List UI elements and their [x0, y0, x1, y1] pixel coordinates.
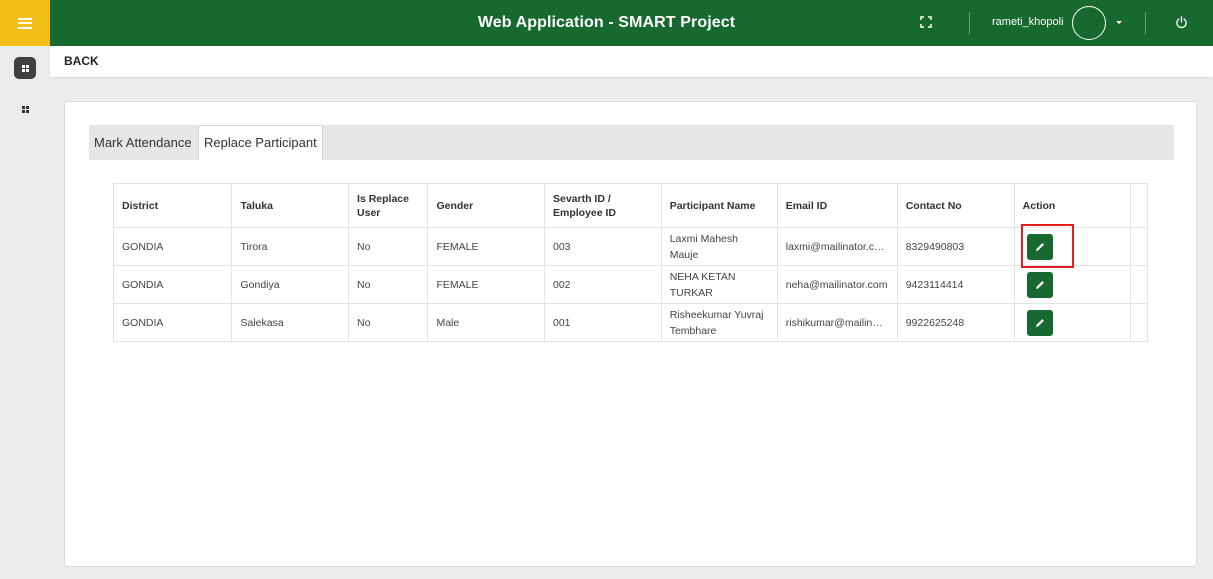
table-scroll-gutter — [1129, 303, 1149, 342]
column-header-action: Action — [1013, 183, 1131, 228]
email-text: neha@mailinator.com — [785, 278, 888, 291]
cell-is-replace: No — [348, 265, 429, 304]
cell-taluka: Salekasa — [231, 303, 350, 342]
cell-name: NEHA KETAN TURKAR — [660, 265, 778, 304]
column-header-taluka[interactable]: Taluka — [231, 183, 350, 228]
username[interactable]: rameti_khopoli — [992, 0, 1064, 46]
back-bar: BACK — [50, 46, 1213, 77]
tab-mark-attendance[interactable]: Mark Attendance — [89, 125, 197, 159]
column-header-contact-no[interactable]: Contact No — [896, 183, 1015, 228]
table-scroll-gutter — [1129, 265, 1149, 304]
column-header-is-replace-user[interactable]: Is Replace User — [348, 183, 429, 228]
table-row: GONDIA Salekasa No Male 001 Risheekumar … — [112, 303, 1149, 342]
modules-button[interactable] — [18, 102, 32, 116]
table-header-row: District Taluka Is Replace User Gender S… — [112, 183, 1149, 228]
cell-name: Risheekumar Yuvraj Tembhare — [660, 303, 778, 342]
column-header-participant-name[interactable]: Participant Name — [660, 183, 778, 228]
power-icon[interactable] — [1175, 16, 1188, 29]
cell-id: 003 — [543, 227, 662, 266]
cell-contact: 9423114414 — [896, 265, 1015, 304]
email-text: rishikumar@mailinat... — [785, 316, 888, 329]
tab-replace-participant[interactable]: Replace Participant — [198, 125, 323, 160]
column-header-email-id[interactable]: Email ID — [776, 183, 898, 228]
table-row: GONDIA Gondiya No FEMALE 002 NEHA KETAN … — [112, 265, 1149, 304]
participants-table: District Taluka Is Replace User Gender S… — [112, 183, 1149, 342]
top-bar: Web Application - SMART Project rameti_k… — [0, 0, 1213, 46]
cell-gender: Male — [427, 303, 545, 342]
main-card: Mark Attendance Replace Participant Dist… — [64, 101, 1197, 567]
edit-button[interactable] — [1026, 271, 1053, 298]
cell-district: GONDIA — [112, 303, 233, 342]
cell-gender: FEMALE — [427, 265, 545, 304]
table-scroll-gutter — [1129, 183, 1149, 228]
cell-id: 001 — [543, 303, 662, 342]
avatar[interactable] — [1072, 6, 1106, 40]
tab-bar: Mark Attendance Replace Participant — [89, 125, 1174, 160]
pencil-icon — [1035, 280, 1044, 289]
grid-icon — [21, 64, 29, 72]
cell-name: Laxmi Mahesh Mauje — [660, 227, 778, 266]
back-link[interactable]: BACK — [64, 46, 99, 77]
cell-email: neha@mailinator.com — [776, 265, 898, 304]
cell-district: GONDIA — [112, 227, 233, 266]
cell-contact: 8329490803 — [896, 227, 1015, 266]
divider — [969, 12, 970, 34]
cell-action — [1013, 265, 1131, 304]
cell-gender: FEMALE — [427, 227, 545, 266]
cell-contact: 9922625248 — [896, 303, 1015, 342]
fullscreen-icon[interactable] — [920, 16, 932, 28]
cell-email: laxmi@mailinator.com — [776, 227, 898, 266]
left-sidebar — [0, 46, 50, 579]
divider — [1145, 12, 1146, 34]
pencil-icon — [1035, 318, 1044, 327]
column-header-gender[interactable]: Gender — [427, 183, 545, 228]
cell-is-replace: No — [348, 303, 429, 342]
grid-icon — [21, 105, 29, 113]
table-row: GONDIA Tirora No FEMALE 003 Laxmi Mahesh… — [112, 227, 1149, 266]
table-scroll-gutter — [1129, 227, 1149, 266]
column-header-sevarth-id[interactable]: Sevarth ID / Employee ID — [543, 183, 662, 228]
cell-district: GONDIA — [112, 265, 233, 304]
email-text: laxmi@mailinator.com — [785, 240, 888, 253]
cell-email: rishikumar@mailinat... — [776, 303, 898, 342]
highlight-box — [1021, 224, 1074, 268]
cell-action — [1013, 303, 1131, 342]
chevron-down-icon[interactable] — [1116, 21, 1122, 24]
edit-button[interactable] — [1026, 309, 1053, 336]
cell-id: 002 — [543, 265, 662, 304]
cell-is-replace: No — [348, 227, 429, 266]
cell-taluka: Tirora — [231, 227, 350, 266]
column-header-district[interactable]: District — [112, 183, 233, 228]
dashboard-button[interactable] — [14, 57, 36, 79]
cell-taluka: Gondiya — [231, 265, 350, 304]
